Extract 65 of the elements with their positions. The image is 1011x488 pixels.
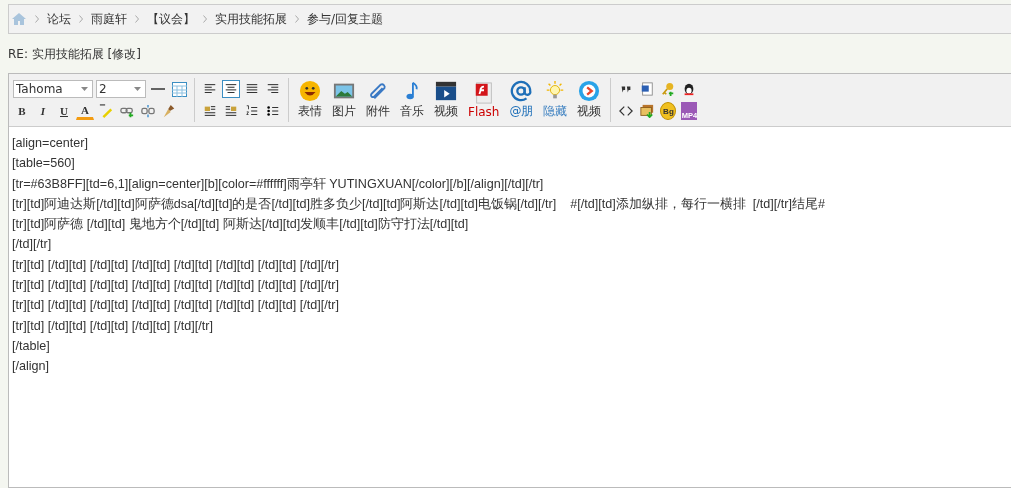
editor-text-line: [tr][td] [/td][td] [/td][td] [/td][td] [/td][/tr]	[12, 317, 214, 335]
editor-text-line: [tr][td] [/td][td] [/td][td] [/td][td] [/td][td] [/td][td] [/td][td] [/td][/tr]	[12, 256, 340, 274]
editor-text-line: [table=560]	[12, 155, 76, 173]
editor-text-line: [/align]	[12, 358, 51, 376]
dropdown-caret-icon	[81, 87, 88, 91]
unlink-button[interactable]	[139, 102, 157, 120]
highlight-button[interactable]	[97, 102, 115, 120]
align-center-icon	[224, 82, 238, 96]
editor-text-line: [tr][td]阿迪达斯[/td][td]阿萨德dsa[/td][td]的是否[/td][td]胜多负少[/td][td]阿斯达[/td][td]电饭锅[/td][/tr] #[/td][td]添加纵排，每行一横排 [/td][/tr]结尾#	[12, 195, 826, 213]
dropdown-caret-icon	[134, 87, 141, 91]
table-icon	[171, 81, 187, 97]
chevron-icon	[79, 15, 83, 23]
editor-text-line: [tr][td] [/td][td] [/td][td] [/td][td] [/td][td] [/td][td] [/td][td] [/td][/tr]	[12, 277, 340, 295]
bullet-list-icon	[266, 104, 280, 118]
editor-text-line: [/td][/tr]	[12, 236, 53, 254]
breadcrumb-link[interactable]: 实用技能拓展	[215, 10, 287, 28]
align-right-icon	[266, 82, 280, 96]
image-button[interactable]: 图片	[329, 80, 359, 120]
smiley-icon	[299, 80, 321, 102]
flash-button[interactable]: Flash	[465, 81, 503, 119]
play-button[interactable]: 视频	[574, 80, 605, 120]
chevron-icon	[295, 15, 299, 23]
attach-button[interactable]: 附件	[363, 80, 393, 120]
underline-button[interactable]: U	[55, 102, 73, 120]
editor-text-line: [tr][td]阿萨德 [/td][td] 鬼地方个[/td][td] 阿斯达[/td][td]发顺丰[/td][td]防守打法[/td][td]	[12, 216, 470, 234]
editor-text-line: [tr=#63B8FF][td=6,1][align=center][b][color=#ffffff]雨亭轩 YUTINGXUAN[/color][/b][/align][/td][/tr]	[12, 175, 545, 193]
key-icon	[661, 82, 676, 96]
unlink-icon	[141, 104, 155, 118]
word-document-icon	[640, 82, 655, 96]
align-left-icon	[203, 82, 217, 96]
at-sign-icon	[510, 80, 533, 102]
breadcrumb-link[interactable]: 论坛	[47, 10, 71, 28]
breadcrumb-link[interactable]: 参与/回复主题	[307, 10, 384, 28]
hide-button[interactable]: 隐藏	[540, 80, 571, 120]
at-button[interactable]: @朋	[506, 80, 537, 120]
video-button[interactable]: 视频	[431, 80, 461, 120]
numbered-list-icon	[245, 104, 259, 118]
align-justify-icon	[245, 82, 259, 96]
breadcrumb-link[interactable]: 【议会】	[147, 10, 195, 28]
editor-text-line: [tr][td] [/td][td] [/td][td] [/td][td] [/td][td] [/td][td] [/td][td] [/td][/tr]	[12, 297, 340, 315]
text-color-button[interactable]: A	[76, 102, 94, 120]
align-center-button[interactable]	[222, 80, 240, 98]
clapperboard-icon	[435, 80, 457, 102]
float-left-icon	[203, 104, 217, 118]
music-button[interactable]: 音乐	[397, 80, 427, 120]
font-select[interactable]: Tahoma	[13, 80, 93, 98]
pictures-download-icon	[640, 104, 655, 118]
editor-text-line: [/table]	[12, 337, 51, 355]
editor-text-line: [align=center]	[12, 135, 89, 152]
brush-icon	[162, 104, 176, 118]
breadcrumb-link[interactable]: 雨庭轩	[91, 10, 127, 28]
horizontal-line-icon	[151, 87, 165, 91]
chevron-icon	[35, 15, 39, 23]
play-circle-icon	[578, 80, 601, 102]
table-button[interactable]	[170, 80, 188, 98]
smiley-button[interactable]: 表情	[295, 80, 325, 120]
chevron-icon	[135, 15, 139, 23]
italic-button[interactable]: I	[34, 102, 52, 120]
code-brackets-icon	[619, 104, 634, 118]
chevron-icon	[203, 15, 207, 23]
float-right-icon	[224, 104, 238, 118]
size-select[interactable]: 2	[96, 80, 146, 98]
bold-button[interactable]: B	[13, 102, 31, 120]
highlighter-icon	[99, 104, 113, 118]
post-title: RE: 实用技能拓展 [修改]	[8, 46, 142, 63]
